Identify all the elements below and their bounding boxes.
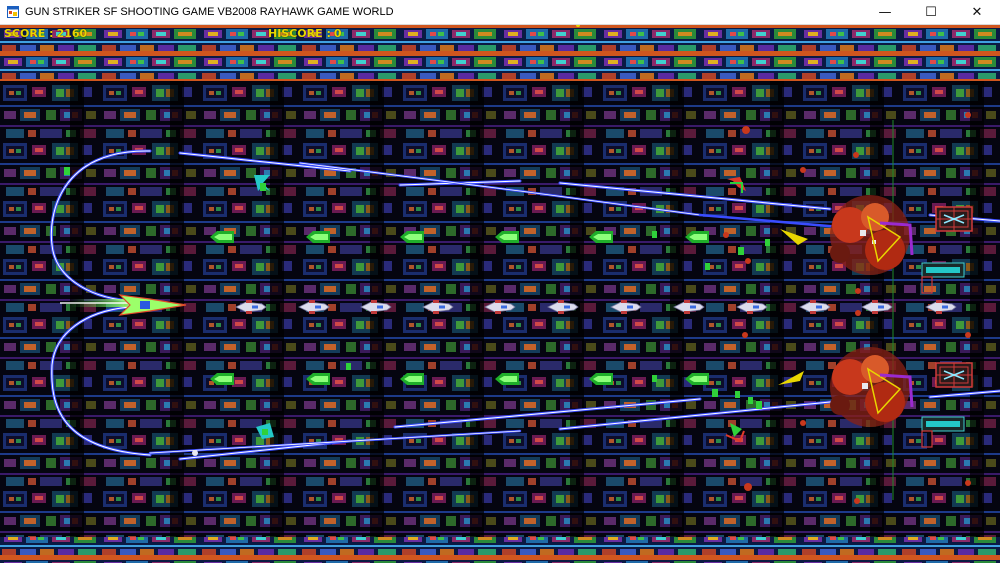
game-canvas[interactable]: SCORE :2160 HISCORE :0 — [0, 25, 1000, 563]
close-button[interactable]: ✕ — [954, 0, 1000, 25]
game-window: GUN STRIKER SF SHOOTING GAME VB2008 RAYH… — [0, 0, 1000, 563]
hiscore-label: HISCORE : — [268, 27, 331, 40]
score-display: SCORE :2160 — [4, 27, 87, 40]
background-layer — [0, 25, 1000, 563]
score-label: SCORE : — [4, 27, 54, 40]
hiscore-value: 0 — [333, 27, 342, 40]
top-border-band — [0, 25, 1000, 81]
game-scene — [0, 25, 1000, 563]
minimize-button[interactable]: — — [862, 0, 908, 25]
window-title: GUN STRIKER SF SHOOTING GAME VB2008 RAYH… — [25, 6, 394, 18]
app-icon — [7, 6, 19, 18]
score-value: 2160 — [56, 27, 88, 40]
hiscore-display: HISCORE :0 — [268, 27, 342, 40]
title-bar[interactable]: GUN STRIKER SF SHOOTING GAME VB2008 RAYH… — [0, 0, 1000, 25]
bottom-border-band — [0, 537, 1000, 563]
maximize-button[interactable]: ☐ — [908, 0, 954, 25]
